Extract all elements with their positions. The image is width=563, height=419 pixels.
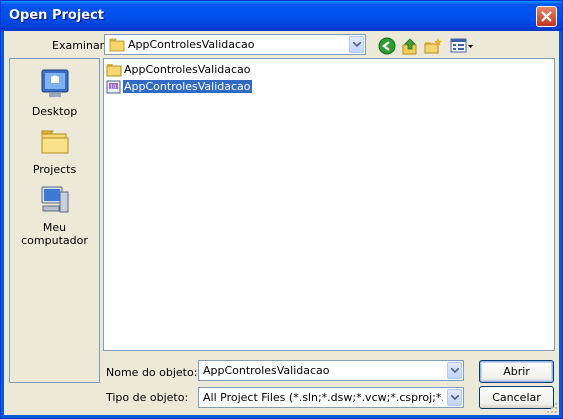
cancel-button[interactable]: Cancelar <box>479 386 554 409</box>
open-project-dialog: Open Project Examinar: AppControlesValid… <box>0 0 563 419</box>
place-label: Projects <box>32 163 77 176</box>
lookin-dropdown-button[interactable] <box>349 36 364 53</box>
title-bar[interactable]: Open Project <box>1 1 562 31</box>
place-my-computer[interactable]: Meu computador <box>10 184 99 247</box>
filename-label: Nome do objeto: <box>106 366 198 379</box>
place-label: Desktop <box>31 105 78 118</box>
back-button[interactable] <box>378 37 398 57</box>
lookin-combo[interactable]: AppControlesValidacao <box>104 34 366 55</box>
folder-icon <box>106 64 122 77</box>
chevron-down-icon <box>451 367 459 373</box>
up-folder-icon <box>402 38 417 55</box>
folder-icon <box>41 130 68 154</box>
svg-text:10: 10 <box>110 85 116 91</box>
my-computer-icon <box>41 186 68 213</box>
place-label: Meu computador <box>21 221 88 247</box>
place-desktop[interactable]: Desktop <box>10 68 99 118</box>
filetype-dropdown-button[interactable] <box>447 389 462 406</box>
lookin-value: AppControlesValidacao <box>128 38 255 51</box>
chevron-down-icon <box>451 394 459 400</box>
up-folder-button[interactable] <box>401 37 421 57</box>
filename-combo[interactable]: AppControlesValidacao <box>198 360 464 381</box>
folder-icon <box>109 38 125 52</box>
filetype-combo[interactable]: All Project Files (*.sln;*.dsw;*.vcw;*.c… <box>198 387 464 408</box>
desktop-icon <box>41 69 68 97</box>
solution-file-icon: 10 <box>106 80 121 94</box>
places-bar: Desktop Projects Meu computador <box>9 58 100 383</box>
window-title: Open Project <box>9 8 105 23</box>
filename-dropdown-button[interactable] <box>447 362 462 379</box>
filetype-label: Tipo de objeto: <box>106 391 189 404</box>
new-folder-button[interactable] <box>424 37 444 57</box>
close-button[interactable] <box>536 6 557 27</box>
file-name: AppControlesValidacao <box>122 79 253 94</box>
file-list[interactable]: AppControlesValidacao 10 AppControlesVal… <box>103 58 555 351</box>
open-button[interactable]: Abrir <box>479 360 554 383</box>
views-menu-button[interactable] <box>450 37 474 57</box>
lookin-label: Examinar: <box>52 39 108 52</box>
dialog-body: Examinar: AppControlesValidacao Desktop … <box>4 31 559 415</box>
new-folder-icon <box>424 38 442 54</box>
back-icon <box>378 37 396 55</box>
resize-grip-icon[interactable] <box>546 402 558 414</box>
views-menu-icon <box>450 38 473 53</box>
file-name: AppControlesValidacao <box>124 63 251 76</box>
chevron-down-icon <box>353 41 361 47</box>
close-icon <box>541 11 552 22</box>
filename-value: AppControlesValidacao <box>203 364 330 377</box>
place-projects[interactable]: Projects <box>10 126 99 176</box>
filetype-value: All Project Files (*.sln;*.dsw;*.vcw;*.c… <box>203 391 443 404</box>
